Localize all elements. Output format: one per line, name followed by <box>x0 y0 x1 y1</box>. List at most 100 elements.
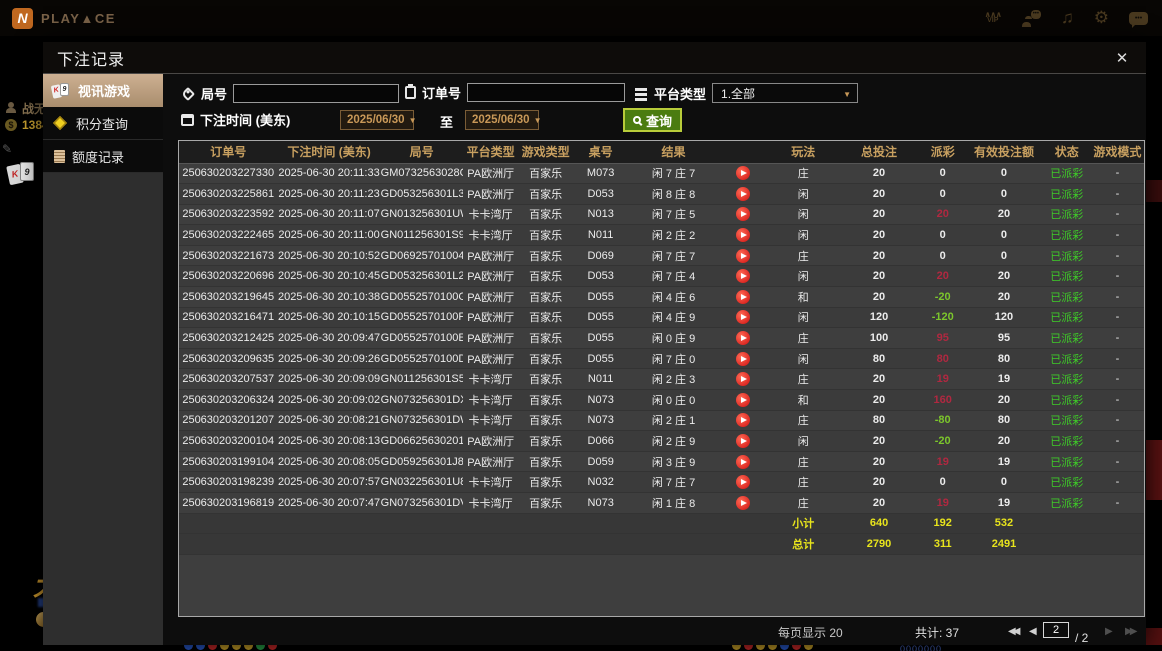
order-input[interactable] <box>467 83 626 102</box>
sidebar-item-quota-records[interactable]: 额度记录 <box>43 140 163 173</box>
result-cell: 闲 7 庄 7 <box>628 471 719 493</box>
game-type-cell: 百家乐 <box>518 451 573 473</box>
bet-table-body: 250630203227330 2025-06-30 20:11:33 GM07… <box>179 163 1144 514</box>
replay-cell <box>718 368 769 391</box>
game-mode-cell: - <box>1090 389 1144 411</box>
table-row: 250630203212425 2025-06-30 20:09:47 GD05… <box>179 327 1144 349</box>
play-video-button[interactable] <box>736 207 751 222</box>
chevron-down-icon <box>534 114 542 126</box>
round-input[interactable] <box>233 84 400 103</box>
total-bet-cell: 80 <box>838 410 921 432</box>
table-row: 250630203225861 2025-06-30 20:11:23 GD05… <box>179 183 1144 205</box>
play-video-button[interactable] <box>736 351 751 366</box>
date-to-value: 2025/06/30 <box>472 114 530 126</box>
bet-time-cell: 2025-06-30 20:07:47 <box>277 492 381 514</box>
date-from-picker[interactable]: 2025/06/30 <box>340 110 414 130</box>
play-video-button[interactable] <box>736 186 751 201</box>
play-video-button[interactable] <box>736 413 751 428</box>
next-page-icon[interactable] <box>1105 626 1110 637</box>
game-mode-cell: - <box>1090 224 1144 246</box>
platform-cell: 卡卡湾厅 <box>462 224 519 246</box>
prev-page-icon[interactable] <box>1029 626 1037 637</box>
sidebar-item-video-games[interactable]: 视讯游戏 <box>43 74 171 107</box>
play-video-button[interactable] <box>736 454 751 469</box>
play-type-cell: 和 <box>768 286 839 308</box>
to-label: 至 <box>440 115 454 130</box>
game-type-cell: 百家乐 <box>518 265 573 288</box>
replay-cell <box>718 348 769 370</box>
payout-cell: 80 <box>920 348 966 370</box>
col-payout: 派彩 <box>920 141 966 164</box>
status-cell: 已派彩 <box>1042 471 1091 493</box>
subtotal-payout: 192 <box>920 512 966 535</box>
play-video-button[interactable] <box>736 228 751 243</box>
bet-time-cell: 2025-06-30 20:09:47 <box>277 327 381 349</box>
game-type-cell: 百家乐 <box>518 224 573 246</box>
status-cell: 已派彩 <box>1042 492 1091 514</box>
play-type-cell: 和 <box>768 389 839 411</box>
total-bet-cell: 100 <box>838 327 921 349</box>
cards-icon <box>6 162 38 188</box>
play-video-button[interactable] <box>736 289 751 304</box>
platform-select[interactable]: 1.全部 <box>712 83 859 103</box>
sidebar-item-points-query[interactable]: 积分查询 <box>43 107 163 140</box>
date-to-picker[interactable]: 2025/06/30 <box>465 110 539 130</box>
play-video-button[interactable] <box>736 248 751 263</box>
total-bet-cell: 20 <box>838 492 921 514</box>
order-id-cell: 250630203222465 <box>179 224 278 246</box>
game-mode-cell: - <box>1090 265 1144 288</box>
play-video-button[interactable] <box>736 475 751 490</box>
game-mode-cell: - <box>1090 368 1144 391</box>
vip-icon[interactable] <box>985 12 1002 24</box>
subtotal-valid: 532 <box>965 512 1043 535</box>
tag-icon <box>180 86 196 101</box>
pagination-bar: 每页显示 20 共计: 37 / 2 <box>163 617 1146 645</box>
play-type-cell: 庄 <box>768 368 839 391</box>
play-type-cell: 庄 <box>768 471 839 493</box>
chat-icon[interactable] <box>1129 11 1148 28</box>
settings-icon[interactable] <box>1094 8 1109 28</box>
valid-bet-cell: 20 <box>965 265 1043 288</box>
result-cell: 闲 2 庄 1 <box>628 410 719 432</box>
result-cell: 闲 8 庄 8 <box>628 183 719 205</box>
play-video-button[interactable] <box>736 372 751 387</box>
list-icon <box>635 87 647 91</box>
payout-cell: 19 <box>920 492 966 514</box>
round-id-cell: GN011256301S5 <box>380 368 463 391</box>
play-video-button[interactable] <box>736 434 751 449</box>
bet-time-cell: 2025-06-30 20:07:57 <box>277 471 381 493</box>
bet-time-cell: 2025-06-30 20:10:52 <box>277 245 381 267</box>
play-video-button[interactable] <box>736 392 751 407</box>
status-cell: 已派彩 <box>1042 389 1091 411</box>
platform-cell: PA欧洲厅 <box>462 307 519 329</box>
valid-bet-cell: 20 <box>965 389 1043 411</box>
result-cell: 闲 1 庄 8 <box>628 492 719 514</box>
status-cell: 已派彩 <box>1042 368 1091 391</box>
background-game-tile <box>1146 440 1162 500</box>
close-icon[interactable]: ✕ <box>1112 49 1132 69</box>
payout-cell: 0 <box>920 163 966 185</box>
table-row: 250630203221673 2025-06-30 20:10:52 GD06… <box>179 245 1144 267</box>
valid-bet-cell: 0 <box>965 224 1043 246</box>
valid-bet-cell: 120 <box>965 307 1043 329</box>
valid-bet-cell: 80 <box>965 348 1043 370</box>
platform-filter: 平台类型 1.全部 <box>635 83 859 103</box>
play-video-button[interactable] <box>736 269 751 284</box>
music-icon[interactable] <box>1061 8 1074 28</box>
play-video-button[interactable] <box>736 495 751 510</box>
play-video-button[interactable] <box>736 166 751 181</box>
table-no-cell: D053 <box>572 183 629 205</box>
first-page-icon[interactable] <box>1008 626 1017 637</box>
play-video-button[interactable] <box>736 310 751 325</box>
game-mode-cell: - <box>1090 492 1144 514</box>
query-button[interactable]: 查询 <box>623 108 683 132</box>
last-page-icon[interactable] <box>1125 626 1134 637</box>
customer-service-icon[interactable] <box>1021 9 1041 27</box>
total-bet-cell: 20 <box>838 389 921 411</box>
page-input[interactable] <box>1043 622 1069 638</box>
round-id-cell: GN073256301DX <box>380 389 463 411</box>
round-id-cell: GN073256301DW <box>380 410 463 432</box>
play-video-button[interactable] <box>736 331 751 346</box>
replay-cell <box>718 265 769 288</box>
bet-time-cell: 2025-06-30 20:10:15 <box>277 307 381 329</box>
